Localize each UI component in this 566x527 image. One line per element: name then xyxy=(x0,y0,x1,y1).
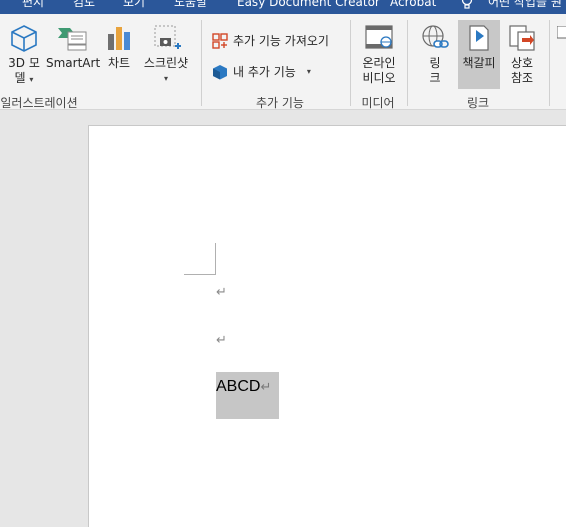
group-divider xyxy=(350,20,351,106)
tab-easy-document-creator[interactable]: Easy Document Creator xyxy=(237,0,380,9)
tab-mailings[interactable]: 편지 xyxy=(22,0,44,9)
group-label-media: 미디어 xyxy=(361,96,395,110)
tell-me-search[interactable]: 어떤 작업을 원 xyxy=(488,0,562,9)
ribbon-insert: 3D 모 델 ▾ SmartArt 차트 스크린샷 ▾ 일러스트레이션 추가 기… xyxy=(0,14,566,110)
get-addins-button[interactable]: 추가 기능 가져오기 xyxy=(212,32,329,49)
online-video-label-2: 비디오 xyxy=(362,71,396,85)
cross-reference-label-2: 참조 xyxy=(510,71,534,85)
bookmark-button[interactable]: 책갈피 xyxy=(458,20,500,89)
3d-models-label-1: 3D 모 xyxy=(8,56,40,70)
smartart-label: SmartArt xyxy=(46,56,101,70)
group-divider xyxy=(407,20,408,106)
bar-chart-icon xyxy=(108,27,130,50)
tab-view[interactable]: 보기 xyxy=(123,0,145,9)
group-label-illustrations: 일러스트레이션 xyxy=(0,96,78,110)
lightbulb-icon xyxy=(460,0,474,11)
my-addins-button[interactable]: 내 추가 기능 ▾ xyxy=(212,63,311,80)
globe-link-icon xyxy=(422,25,449,48)
group-label-addins: 추가 기능 xyxy=(256,96,304,110)
document-workspace xyxy=(0,111,566,527)
3d-models-label-2: 델 ▾ xyxy=(14,71,34,85)
link-button[interactable]: 링 크 xyxy=(416,24,454,86)
tab-help[interactable]: 도움말 xyxy=(174,0,207,9)
cross-reference-icon xyxy=(509,25,535,51)
bookmark-icon xyxy=(469,25,489,51)
selected-text-line[interactable]: ABCD↵ xyxy=(216,378,271,396)
online-video-label-1: 온라인 xyxy=(362,56,396,70)
comment-icon[interactable] xyxy=(557,26,566,42)
screenshot-button[interactable]: 스크린샷 ▾ xyxy=(138,24,194,86)
tab-acrobat[interactable]: Acrobat xyxy=(390,0,436,9)
cube-icon xyxy=(11,25,37,52)
margin-corner-mark xyxy=(184,274,216,275)
paragraph-mark: ↵ xyxy=(260,379,272,394)
dropdown-caret-icon: ▾ xyxy=(163,74,168,83)
dropdown-caret-icon: ▾ xyxy=(306,67,311,76)
3d-models-button[interactable]: 3D 모 델 ▾ xyxy=(4,24,44,87)
dropdown-caret-icon: ▾ xyxy=(29,75,34,84)
online-video-button[interactable]: 온라인 비디오 xyxy=(356,24,402,86)
addin-cube-icon xyxy=(213,64,227,79)
cross-reference-button[interactable]: 상호 참조 xyxy=(504,24,540,86)
margin-corner-mark xyxy=(215,243,216,275)
paragraph-mark: ↵ xyxy=(216,333,227,348)
group-divider xyxy=(201,20,202,106)
screenshot-icon xyxy=(154,25,181,49)
bookmark-label: 책갈피 xyxy=(462,56,496,70)
group-label-links: 링크 xyxy=(466,96,490,110)
cross-reference-label-1: 상호 xyxy=(510,56,534,70)
smartart-button[interactable]: SmartArt xyxy=(46,24,101,71)
ribbon-tab-strip: 편지 검토 보기 도움말 Easy Document Creator Acrob… xyxy=(0,0,566,14)
link-label-2: 크 xyxy=(429,71,441,85)
smartart-icon xyxy=(58,28,87,51)
group-divider xyxy=(549,20,550,106)
paragraph-mark: ↵ xyxy=(216,285,227,300)
chart-label: 차트 xyxy=(107,56,131,70)
tab-review[interactable]: 검토 xyxy=(73,0,95,9)
store-icon xyxy=(212,32,228,49)
selected-text: ABCD xyxy=(216,378,261,395)
chart-button[interactable]: 차트 xyxy=(103,24,135,71)
my-addins-label: 내 추가 기능 xyxy=(233,65,296,79)
get-addins-label: 추가 기능 가져오기 xyxy=(233,34,329,48)
link-label-1: 링 xyxy=(429,56,441,70)
film-icon xyxy=(365,25,393,49)
document-page[interactable] xyxy=(88,125,566,527)
screenshot-label: 스크린샷 xyxy=(143,56,189,70)
